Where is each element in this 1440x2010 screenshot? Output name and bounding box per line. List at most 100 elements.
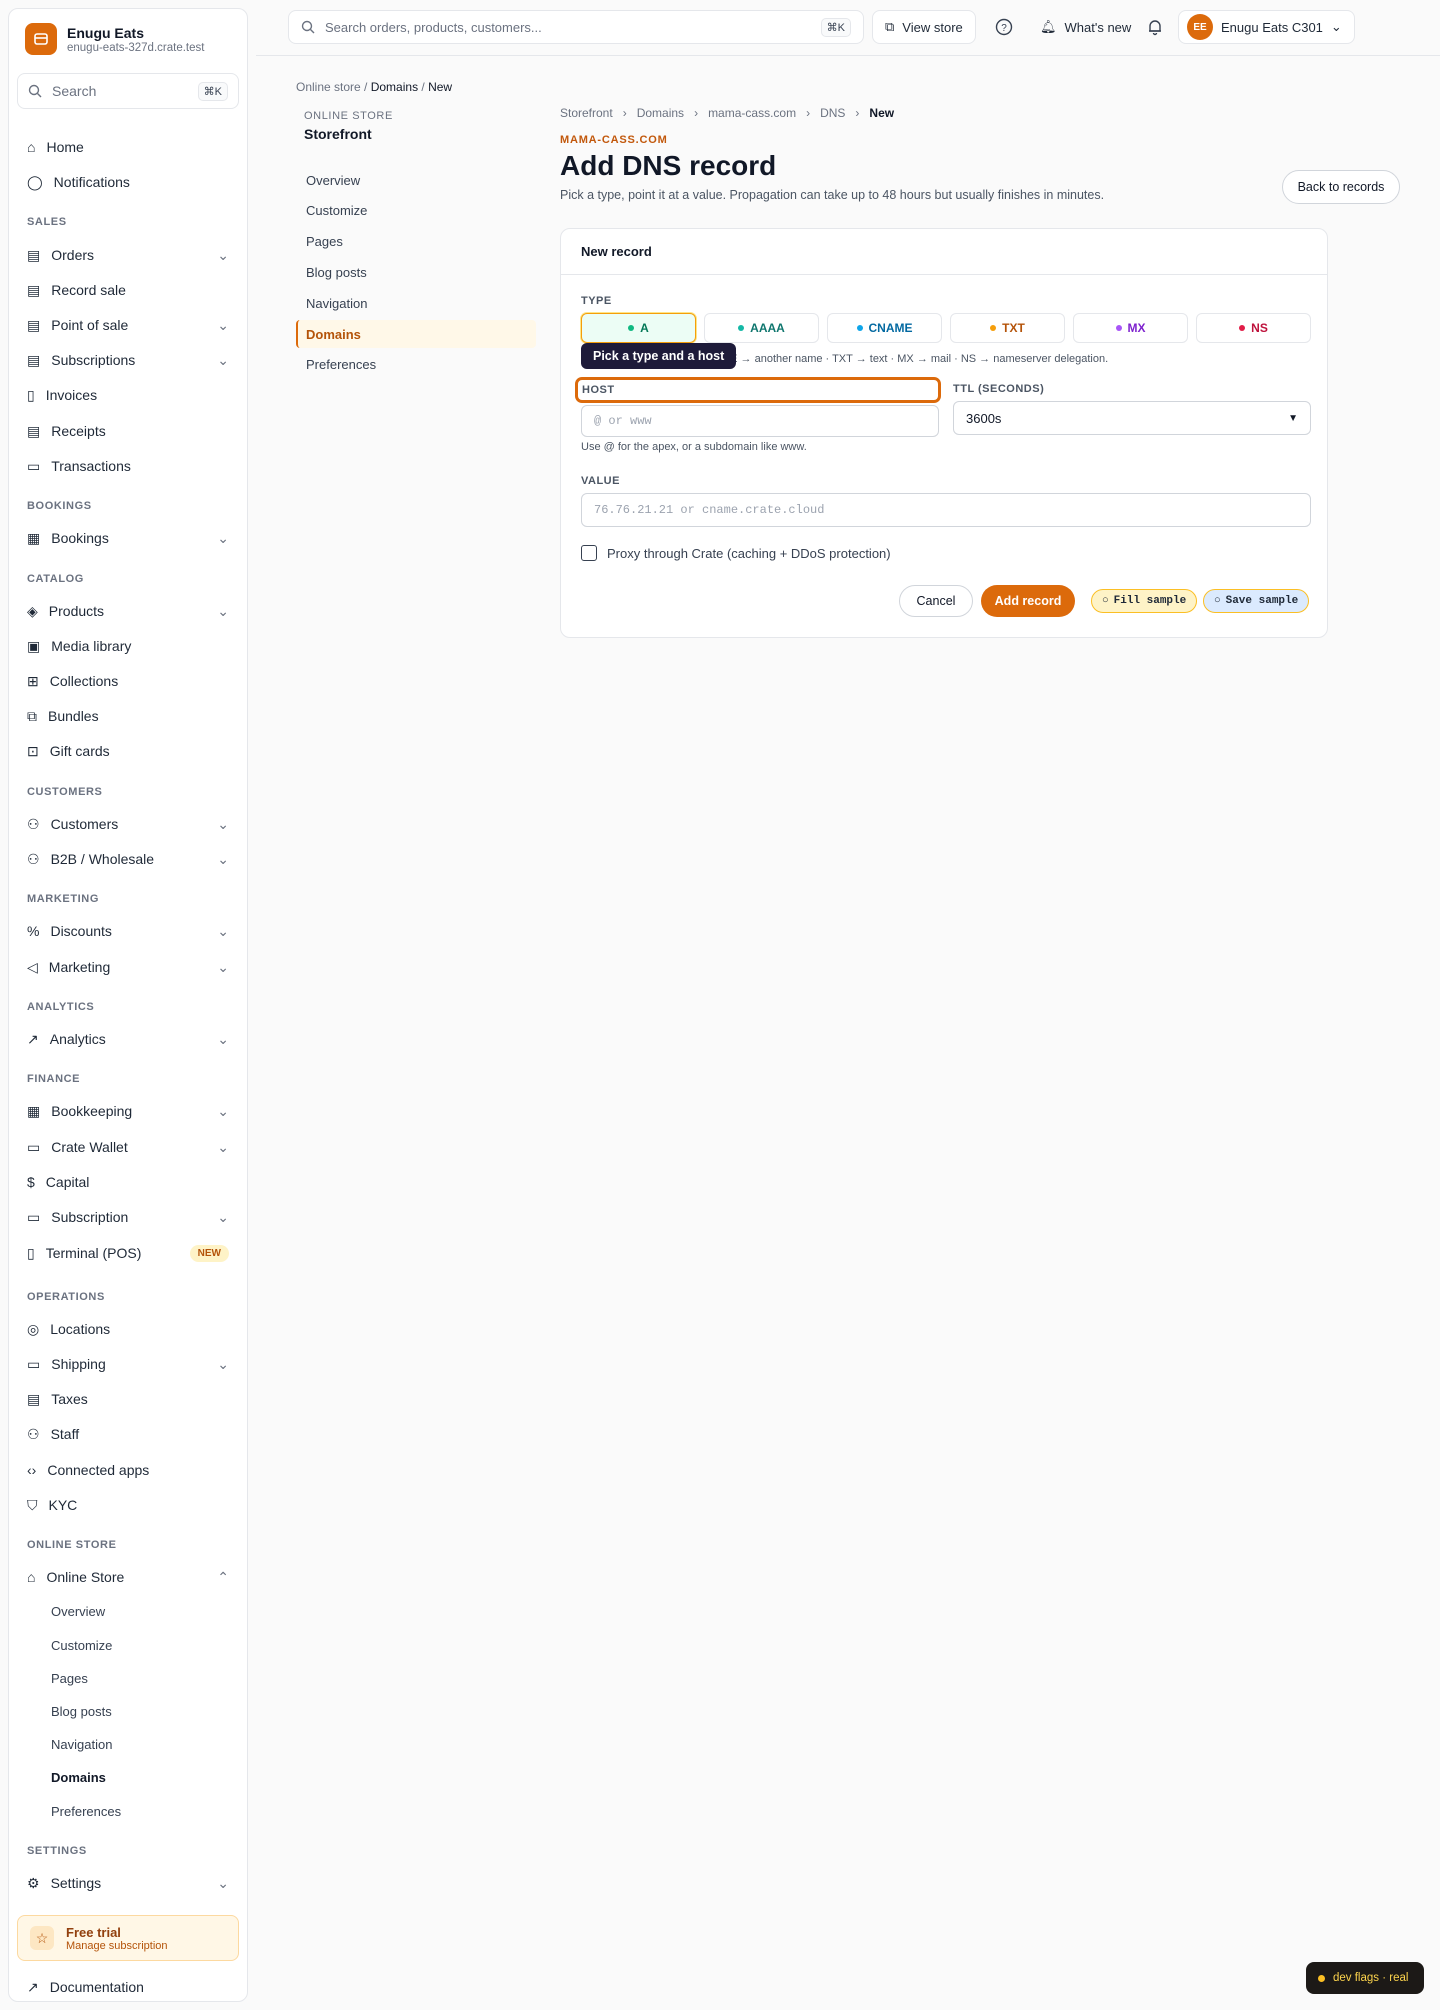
- store-nav-pages[interactable]: Pages: [296, 227, 536, 255]
- sidebar-item-kyc[interactable]: ⛉ KYC: [9, 1489, 247, 1521]
- sidebar-item-shipping[interactable]: ▭ Shipping ⌄: [9, 1348, 247, 1380]
- sidebar-sub-blog-posts[interactable]: Blog posts: [51, 1704, 112, 1719]
- sidebar-item-label: Receipts: [51, 423, 106, 439]
- sidebar-item-staff[interactable]: ⚇ Staff: [9, 1418, 247, 1450]
- sidebar-item-bundles[interactable]: ⧉ Bundles: [9, 700, 247, 732]
- value-input[interactable]: 76.76.21.21 or cname.crate.cloud: [581, 493, 1311, 527]
- view-store-button[interactable]: ⧉ View store: [872, 10, 976, 44]
- store-nav-overview[interactable]: Overview: [296, 166, 536, 194]
- crumb-domain[interactable]: mama-cass.com: [708, 106, 796, 120]
- fill-sample-button[interactable]: ○ Fill sample: [1091, 589, 1198, 613]
- add-record-button[interactable]: Add record: [981, 585, 1075, 617]
- sidebar-item-marketing[interactable]: ◁ Marketing ⌄: [9, 951, 247, 983]
- sidebar-item-b2b[interactable]: ⚇ B2B / Wholesale ⌄: [9, 843, 247, 875]
- cancel-button[interactable]: Cancel: [899, 585, 973, 617]
- help-icon[interactable]: ?: [992, 15, 1016, 39]
- crumb-online-store[interactable]: Online store: [296, 80, 361, 94]
- sidebar-item-record-sale[interactable]: ▤ Record sale: [9, 274, 247, 306]
- global-search-input[interactable]: Search orders, products, customers... ⌘K: [288, 10, 864, 44]
- sidebar-item-settings[interactable]: ⚙ Settings ⌄: [9, 1867, 247, 1899]
- ttl-select[interactable]: 3600s ▼: [953, 401, 1311, 435]
- sidebar-sub-navigation[interactable]: Navigation: [51, 1737, 112, 1752]
- sidebar-search[interactable]: Search ⌘K: [17, 73, 239, 109]
- store-nav-blog-posts[interactable]: Blog posts: [296, 258, 536, 286]
- sidebar-item-analytics[interactable]: ↗ Analytics ⌄: [9, 1023, 247, 1055]
- sidebar-item-media-library[interactable]: ▣ Media library: [9, 630, 247, 662]
- brand[interactable]: Enugu Eats enugu-eats-327d.crate.test: [25, 23, 204, 55]
- sidebar-item-collections[interactable]: ⊞ Collections: [9, 665, 247, 697]
- whats-new-label: What's new: [1064, 19, 1132, 35]
- store-nav-preferences[interactable]: Preferences: [296, 350, 536, 378]
- type-txt-button[interactable]: TXT: [950, 313, 1065, 343]
- sidebar-item-online-store[interactable]: ⌂ Online Store ⌃: [9, 1561, 247, 1593]
- sidebar-item-gift-cards[interactable]: ⊡ Gift cards: [9, 735, 247, 767]
- sidebar-sub-customize[interactable]: Customize: [51, 1638, 112, 1653]
- dev-flags-button[interactable]: dev flags · real: [1306, 1962, 1424, 1994]
- store-nav-navigation[interactable]: Navigation: [296, 289, 536, 317]
- sidebar-item-label: Collections: [49, 673, 119, 689]
- proxy-row: Proxy through Crate (caching + DDoS prot…: [581, 545, 891, 561]
- store-nav-domains[interactable]: Domains: [296, 320, 536, 348]
- sidebar-item-products[interactable]: ◈ Products ⌄: [9, 595, 247, 627]
- sidebar-item-point-of-sale[interactable]: ▤ Point of sale ⌄: [9, 309, 247, 341]
- sidebar-sub-overview[interactable]: Overview: [51, 1604, 105, 1619]
- notifications-bell-icon[interactable]: [1143, 15, 1167, 39]
- crumb-storefront[interactable]: Storefront: [560, 106, 613, 120]
- sidebar-item-subscriptions[interactable]: ▤ Subscriptions ⌄: [9, 344, 247, 376]
- sidebar-item-locations[interactable]: ◎ Locations: [9, 1313, 247, 1345]
- page-description: Pick a type, point it at a value. Propag…: [560, 188, 1105, 202]
- receipt-icon: ▤: [27, 422, 41, 439]
- sidebar-item-orders[interactable]: ▤ Orders ⌄: [9, 239, 247, 271]
- sidebar-item-label: Taxes: [51, 1391, 88, 1407]
- proxy-checkbox[interactable]: [581, 545, 597, 561]
- brand-subdomain: enugu-eats-327d.crate.test: [67, 41, 205, 54]
- sidebar-sub-preferences[interactable]: Preferences: [51, 1804, 121, 1819]
- sidebar-item-crate-wallet[interactable]: ▭ Crate Wallet ⌄: [9, 1131, 247, 1163]
- sidebar-item-documentation[interactable]: ↗ Documentation: [9, 1971, 247, 2003]
- circle-icon: ○: [1214, 595, 1221, 607]
- sidebar-item-notifications[interactable]: ◯ Notifications: [9, 166, 247, 198]
- sidebar-item-capital[interactable]: $ Capital: [9, 1166, 247, 1198]
- host-input[interactable]: @ or www: [581, 405, 939, 437]
- sidebar-item-customers[interactable]: ⚇ Customers ⌄: [9, 808, 247, 840]
- type-mx-button[interactable]: MX: [1073, 313, 1188, 343]
- save-sample-button[interactable]: ○ Save sample: [1203, 589, 1310, 613]
- type-cname-button[interactable]: CNAME: [827, 313, 942, 343]
- sidebar-item-receipts[interactable]: ▤ Receipts: [9, 415, 247, 447]
- sidebar-item-label: Record sale: [51, 282, 126, 298]
- sidebar-item-bookings[interactable]: ▦ Bookings ⌄: [9, 522, 247, 554]
- free-trial-card[interactable]: ☆ Free trial Manage subscription: [17, 1915, 239, 1961]
- brand-name: Enugu Eats: [67, 24, 145, 41]
- whats-new-button[interactable]: 🔔︎ What's new: [1028, 10, 1143, 44]
- type-ns-button[interactable]: NS: [1196, 313, 1311, 343]
- crumb-domains[interactable]: Domains: [637, 106, 684, 120]
- sidebar-item-terminal[interactable]: ▯ Terminal (POS) NEW: [9, 1237, 247, 1269]
- account-menu[interactable]: EE Enugu Eats C301 ⌄: [1178, 10, 1355, 44]
- sidebar-item-discounts[interactable]: % Discounts ⌄: [9, 915, 247, 947]
- sidebar-item-taxes[interactable]: ▤ Taxes: [9, 1383, 247, 1415]
- type-aaaa-button[interactable]: AAAA: [704, 313, 819, 343]
- store-nav-label: ONLINE STORE: [304, 110, 393, 122]
- sidebar-sub-domains[interactable]: Domains: [51, 1770, 106, 1785]
- home-icon: ⌂: [27, 139, 36, 155]
- store-nav-customize[interactable]: Customize: [296, 196, 536, 224]
- sidebar-item-subscription[interactable]: ▭ Subscription ⌄: [9, 1201, 247, 1233]
- type-dot: [990, 325, 997, 331]
- manage-subscription-link[interactable]: Manage subscription: [66, 1940, 168, 1952]
- sidebar-item-label: Crate Wallet: [51, 1139, 128, 1155]
- users-icon: ⚇: [27, 850, 40, 867]
- crumb-dns[interactable]: DNS: [820, 106, 845, 120]
- wallet-icon: ▭: [27, 1138, 41, 1155]
- sidebar-item-label: Invoices: [45, 387, 98, 403]
- sidebar-sub-pages[interactable]: Pages: [51, 1671, 88, 1686]
- fill-sample-label: Fill sample: [1113, 595, 1187, 607]
- sidebar-item-transactions[interactable]: ▭ Transactions: [9, 450, 247, 482]
- crumb-domains[interactable]: Domains: [371, 80, 418, 94]
- sidebar-item-home[interactable]: ⌂ Home: [9, 131, 247, 163]
- sidebar-item-invoices[interactable]: ▯ Invoices: [9, 379, 247, 411]
- sidebar-item-connected-apps[interactable]: ‹› Connected apps: [9, 1454, 247, 1486]
- sidebar-item-bookkeeping[interactable]: ▦ Bookkeeping ⌄: [9, 1095, 247, 1127]
- back-to-records-button[interactable]: Back to records: [1282, 170, 1400, 204]
- host-help: Use @ for the apex, or a subdomain like …: [581, 441, 807, 453]
- type-a-button[interactable]: A: [581, 313, 696, 343]
